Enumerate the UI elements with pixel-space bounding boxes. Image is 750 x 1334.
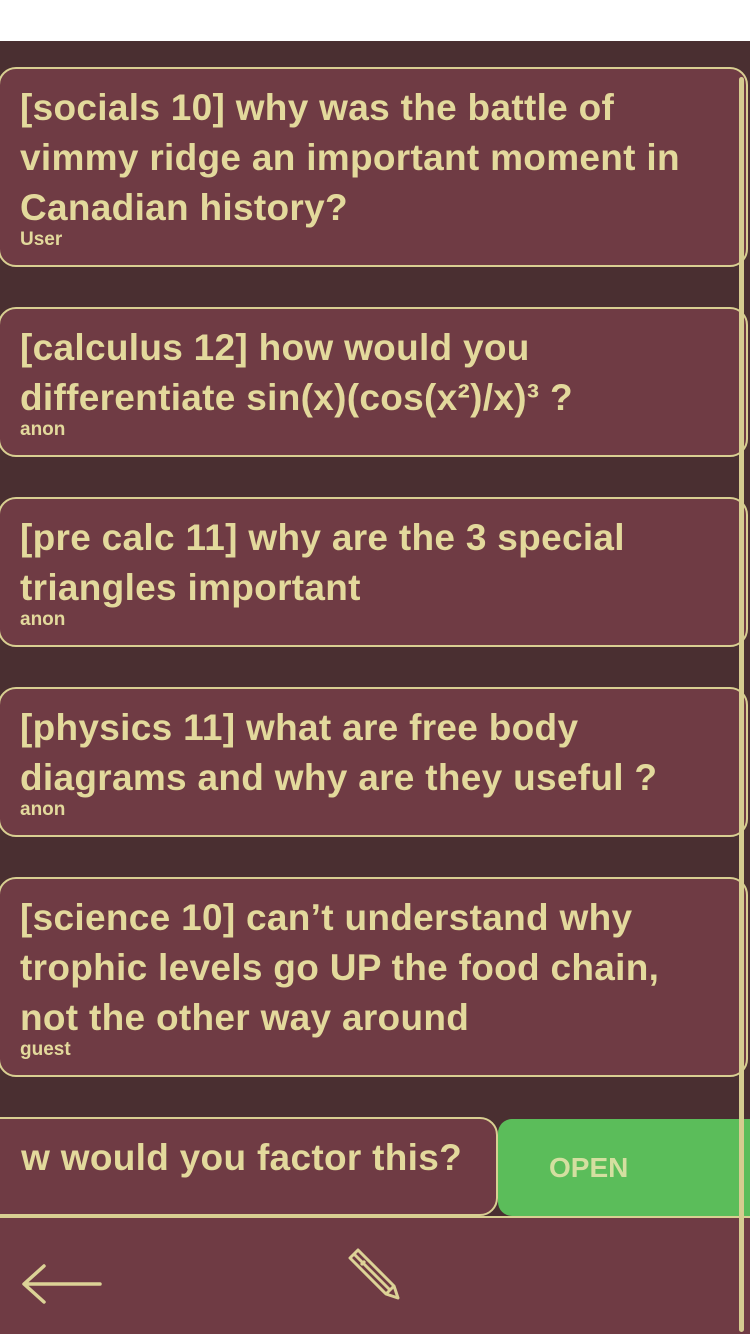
post-card[interactable]: [pre calc 11] why are the 3 special tria… — [0, 497, 748, 647]
post-title: w would you factor this? — [21, 1137, 462, 1178]
post-title: [pre calc 11] why are the 3 special tria… — [20, 517, 625, 608]
post-title: [science 10] can’t understand why trophi… — [20, 897, 660, 1038]
post-card[interactable]: [calculus 12] how would you differentiat… — [0, 307, 748, 457]
scrollbar[interactable] — [739, 77, 744, 1332]
pencil-icon[interactable] — [344, 1244, 404, 1304]
post-card[interactable]: [physics 11] what are free body diagrams… — [0, 687, 748, 837]
bottom-toolbar — [0, 1218, 750, 1334]
question-feed[interactable]: [socials 10] why was the battle of vimmy… — [0, 41, 750, 1217]
post-title: [physics 11] what are free body diagrams… — [20, 707, 658, 798]
status-bar — [0, 0, 750, 41]
post-card[interactable]: [science 10] can’t understand why trophi… — [0, 877, 748, 1077]
swiped-post-card[interactable]: w would you factor this? — [0, 1117, 498, 1216]
post-title: [socials 10] why was the battle of vimmy… — [20, 87, 680, 228]
post-title: [calculus 12] how would you differentiat… — [20, 327, 573, 418]
open-button[interactable]: OPEN — [498, 1119, 750, 1216]
post-card[interactable]: [socials 10] why was the battle of vimmy… — [0, 67, 748, 267]
back-arrow-icon[interactable] — [20, 1262, 102, 1306]
